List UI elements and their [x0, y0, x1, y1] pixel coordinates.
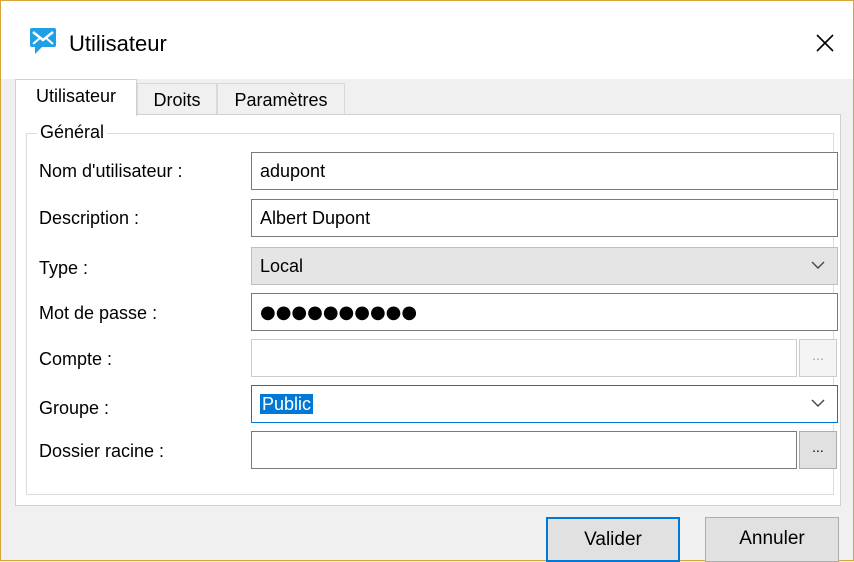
- root-folder-field[interactable]: [251, 431, 797, 469]
- description-field[interactable]: Albert Dupont: [251, 199, 838, 237]
- account-field[interactable]: [251, 339, 797, 377]
- password-field[interactable]: ●●●●●●●●●●: [251, 293, 838, 331]
- chevron-down-icon: [811, 399, 825, 407]
- account-browse-button[interactable]: ...: [799, 339, 837, 377]
- cancel-button[interactable]: Annuler: [705, 517, 839, 562]
- group-value: Public: [260, 394, 314, 414]
- validate-button[interactable]: Valider: [546, 517, 680, 562]
- tab-droits[interactable]: Droits: [137, 83, 217, 115]
- description-value: Albert Dupont: [260, 208, 371, 228]
- root-folder-browse-button[interactable]: ...: [799, 431, 837, 469]
- user-dialog: Utilisateur Utilisateur Droits Paramètre…: [0, 0, 854, 562]
- group-select[interactable]: Public: [251, 385, 838, 423]
- password-label: Mot de passe :: [39, 303, 158, 323]
- username-field[interactable]: adupont: [251, 152, 838, 190]
- tab-utilisateur[interactable]: Utilisateur: [15, 79, 137, 116]
- type-select[interactable]: Local: [251, 247, 838, 285]
- root-folder-label: Dossier racine :: [39, 441, 165, 461]
- tab-parametres[interactable]: Paramètres: [217, 83, 345, 115]
- window-title: Utilisateur: [69, 31, 167, 56]
- chevron-down-icon: [811, 261, 825, 269]
- type-label: Type :: [39, 258, 89, 278]
- tab-label: Utilisateur: [35, 86, 117, 106]
- type-value: Local: [260, 256, 304, 276]
- message-icon: [30, 28, 56, 54]
- tab-label: Droits: [153, 90, 201, 110]
- description-label: Description :: [39, 208, 140, 228]
- username-label: Nom d'utilisateur :: [39, 161, 183, 181]
- close-icon[interactable]: [805, 23, 845, 63]
- account-label: Compte :: [39, 349, 113, 369]
- password-value: ●●●●●●●●●●: [260, 302, 418, 323]
- tab-label: Paramètres: [234, 90, 328, 110]
- username-value: adupont: [260, 161, 326, 181]
- title-bar: Utilisateur: [1, 1, 853, 79]
- group-legend: Général: [37, 122, 108, 143]
- group-label: Groupe :: [39, 398, 110, 418]
